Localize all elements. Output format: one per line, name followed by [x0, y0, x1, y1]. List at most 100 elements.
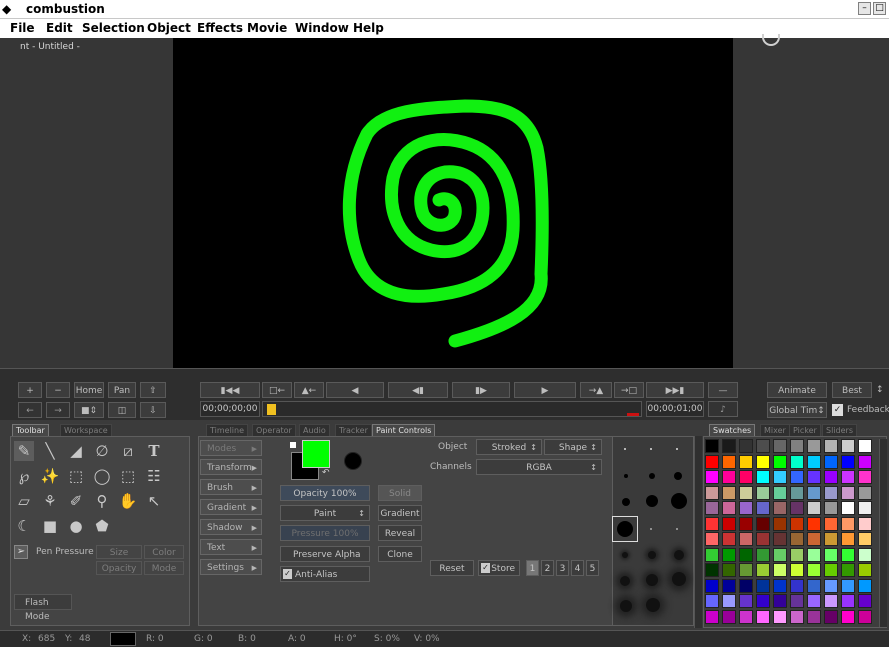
step-forward-button[interactable]: ▮▶: [452, 382, 510, 398]
slot-5-button[interactable]: 5: [586, 560, 599, 576]
timeline-scrubber[interactable]: [262, 401, 642, 417]
color-swatch[interactable]: [705, 563, 719, 577]
color-swatch[interactable]: [739, 578, 753, 593]
poly-select-tool-icon[interactable]: ⬚: [118, 466, 138, 486]
brush-scrollbar[interactable]: [694, 436, 702, 628]
color-swatch[interactable]: [841, 547, 855, 562]
color-swatch[interactable]: [824, 609, 838, 624]
color-swatch[interactable]: [790, 516, 804, 531]
object-shape-select[interactable]: Shape ↕: [544, 439, 602, 455]
brush-preset[interactable]: [622, 498, 630, 506]
brush-preset[interactable]: [649, 473, 655, 479]
menu-window[interactable]: Window: [295, 21, 349, 35]
animate-button[interactable]: Animate: [767, 382, 827, 398]
menu-file[interactable]: File: [10, 21, 35, 35]
pressure-mode-toggle[interactable]: Mode: [144, 561, 184, 575]
lasso-tool-icon[interactable]: ℘: [14, 466, 34, 486]
menu-object[interactable]: Object: [147, 21, 191, 35]
color-swatch[interactable]: [705, 547, 719, 562]
transform-button[interactable]: Transform ▶: [200, 459, 262, 475]
color-swatch[interactable]: [824, 439, 838, 453]
color-swatch[interactable]: [739, 454, 753, 469]
arrow-tool-icon[interactable]: ↖: [144, 491, 164, 511]
color-swatch[interactable]: [790, 501, 804, 515]
color-swatch[interactable]: [790, 594, 804, 608]
color-swatch[interactable]: [705, 501, 719, 515]
flash-mode-button[interactable]: Flash Mode: [14, 594, 72, 622]
brush-preset[interactable]: [676, 528, 678, 530]
color-swatch[interactable]: [722, 485, 736, 500]
quality-arrow-icon[interactable]: ↕: [876, 382, 888, 398]
color-swatch[interactable]: [756, 470, 770, 484]
object-stroke-select[interactable]: Stroked ↕: [476, 439, 542, 455]
color-swatch[interactable]: [756, 516, 770, 531]
timecode-start[interactable]: 00;00;00;00: [200, 401, 260, 417]
bezier-tool-icon[interactable]: ☾: [14, 516, 34, 536]
brush-preset[interactable]: [622, 552, 628, 558]
keyframe-back-button[interactable]: ▲←: [294, 382, 324, 398]
color-swatch[interactable]: [705, 485, 719, 500]
color-swatch[interactable]: [790, 439, 804, 453]
slot-3-button[interactable]: 3: [556, 560, 569, 576]
brush-preset[interactable]: [648, 551, 656, 559]
color-swatch[interactable]: [773, 532, 787, 546]
color-swatch[interactable]: [756, 454, 770, 469]
color-swatch[interactable]: [756, 563, 770, 577]
color-swatch[interactable]: [756, 501, 770, 515]
color-swatch[interactable]: [790, 578, 804, 593]
color-swatch[interactable]: [858, 470, 872, 484]
home-button[interactable]: Home: [74, 382, 104, 398]
brush-preset[interactable]: [620, 600, 632, 612]
tab-audio[interactable]: Audio: [299, 424, 330, 436]
color-swatch[interactable]: [807, 594, 821, 608]
color-swatch[interactable]: [790, 454, 804, 469]
color-swatch[interactable]: [756, 609, 770, 624]
color-swatch[interactable]: [841, 501, 855, 515]
menu-selection[interactable]: Selection: [82, 21, 145, 35]
menu-movie[interactable]: Movie: [247, 21, 287, 35]
color-swatch[interactable]: [773, 485, 787, 500]
forward-arrow-icon[interactable]: →: [46, 402, 70, 418]
color-swatch[interactable]: [739, 609, 753, 624]
color-swatch[interactable]: [705, 609, 719, 624]
preserve-alpha-toggle[interactable]: Preserve Alpha: [280, 546, 370, 562]
color-swatch[interactable]: [739, 516, 753, 531]
timecode-end[interactable]: 00;00;01;00: [646, 401, 704, 417]
brush-preset[interactable]: [646, 495, 658, 507]
color-swatch[interactable]: [756, 439, 770, 453]
import-down-icon[interactable]: ⇩: [140, 402, 166, 418]
eraser-tool-icon[interactable]: ▱: [14, 491, 34, 511]
brush-tool-icon[interactable]: ✎: [14, 441, 34, 461]
menu-effects[interactable]: Effects: [197, 21, 243, 35]
color-swatch[interactable]: [705, 516, 719, 531]
color-swatch[interactable]: [858, 516, 872, 531]
zoom-tool-icon[interactable]: ⚲: [92, 491, 112, 511]
opacity-slider[interactable]: Opacity 100%: [280, 485, 370, 501]
rect-select-tool-icon[interactable]: ⬚: [66, 466, 86, 486]
color-swatch[interactable]: [773, 439, 787, 453]
modes-button[interactable]: Modes ▶: [200, 440, 262, 456]
brush-preset[interactable]: [624, 448, 626, 450]
color-swatch[interactable]: [705, 470, 719, 484]
color-swatch[interactable]: [807, 547, 821, 562]
brush-preset[interactable]: [620, 576, 630, 586]
color-swatch[interactable]: [841, 439, 855, 453]
mark-in-button[interactable]: □←: [262, 382, 292, 398]
reveal-button[interactable]: Reveal: [378, 525, 422, 541]
menu-edit[interactable]: Edit: [46, 21, 73, 35]
color-swatch[interactable]: [858, 563, 872, 577]
pressure-color-toggle[interactable]: Color: [144, 545, 184, 559]
minimize-button[interactable]: –: [858, 2, 871, 15]
color-swatch[interactable]: [790, 532, 804, 546]
color-swatch[interactable]: [824, 501, 838, 515]
fill-tool-icon[interactable]: ⚘: [40, 491, 60, 511]
channels-select[interactable]: RGBA ↕: [476, 459, 602, 475]
color-swatch[interactable]: [841, 594, 855, 608]
color-swatch[interactable]: [858, 547, 872, 562]
color-swatch[interactable]: [705, 578, 719, 593]
color-swatch[interactable]: [790, 485, 804, 500]
grid-select-tool-icon[interactable]: ☷: [144, 466, 164, 486]
brush-preset[interactable]: [674, 472, 682, 480]
color-swatch[interactable]: [722, 563, 736, 577]
hand-tool-icon[interactable]: ✋: [118, 491, 138, 511]
